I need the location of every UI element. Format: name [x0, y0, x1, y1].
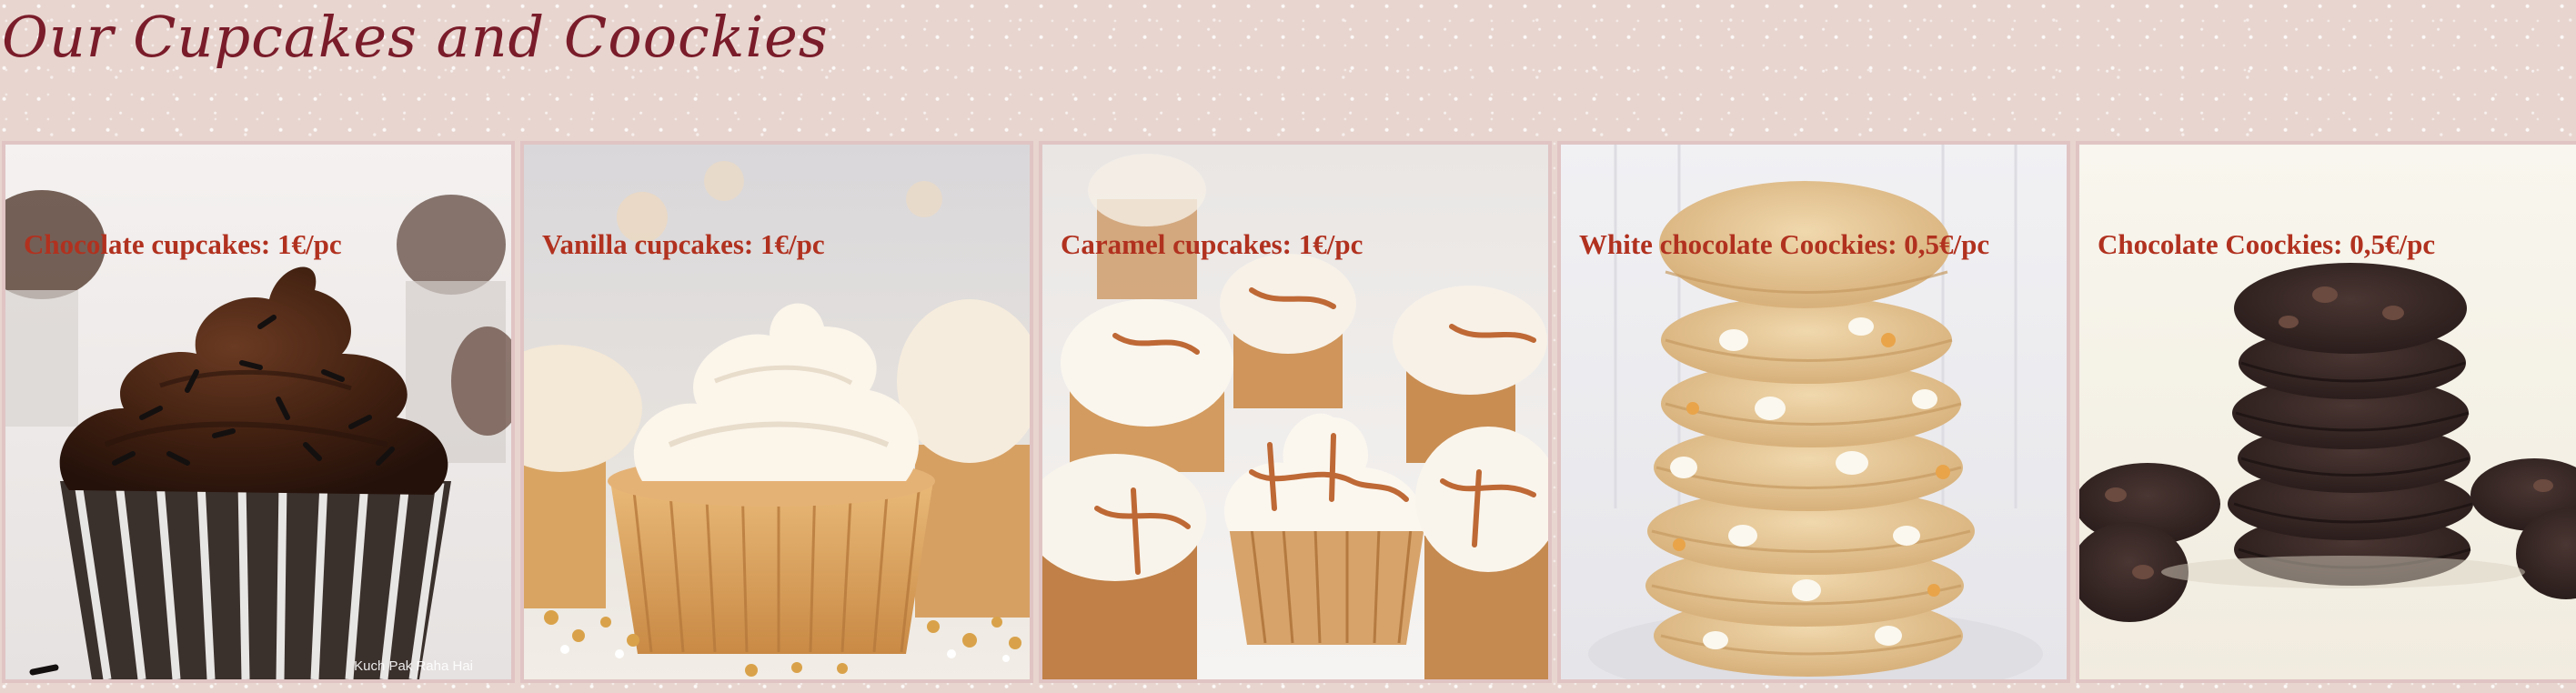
chocolate-coockie-image: [2079, 145, 2576, 679]
product-label: Chocolate cupcakes: 1€/pc: [24, 228, 342, 260]
chocolate-cupcake-image: [5, 145, 511, 679]
vanilla-cupcake-image: [524, 145, 1030, 679]
product-card-caramel-cupcakes[interactable]: Caramel cupcakes: 1€/pc: [1039, 141, 1552, 683]
product-gallery: Chocolate cupcakes: 1€/pc Kuch Pak Raha …: [0, 141, 2576, 683]
photo-watermark: Kuch Pak Raha Hai: [354, 658, 473, 674]
caramel-cupcake-image: [1042, 145, 1548, 679]
page-title: Our Cupcakes and Coockies: [2, 4, 829, 70]
product-card-vanilla-cupcakes[interactable]: Vanilla cupcakes: 1€/pc: [520, 141, 1033, 683]
product-card-chocolate-cupcakes[interactable]: Chocolate cupcakes: 1€/pc Kuch Pak Raha …: [2, 141, 515, 683]
product-label: White chocolate Coockies: 0,5€/pc: [1579, 228, 1990, 260]
product-card-white-chocolate-coockies[interactable]: White chocolate Coockies: 0,5€/pc: [1557, 141, 2070, 683]
product-card-chocolate-coockies[interactable]: Chocolate Coockies: 0,5€/pc: [2076, 141, 2576, 683]
white-chocolate-coockie-image: [1561, 145, 2067, 679]
product-label: Caramel cupcakes: 1€/pc: [1061, 228, 1363, 260]
product-label: Vanilla cupcakes: 1€/pc: [542, 228, 825, 260]
product-label: Chocolate Coockies: 0,5€/pc: [2098, 228, 2436, 260]
